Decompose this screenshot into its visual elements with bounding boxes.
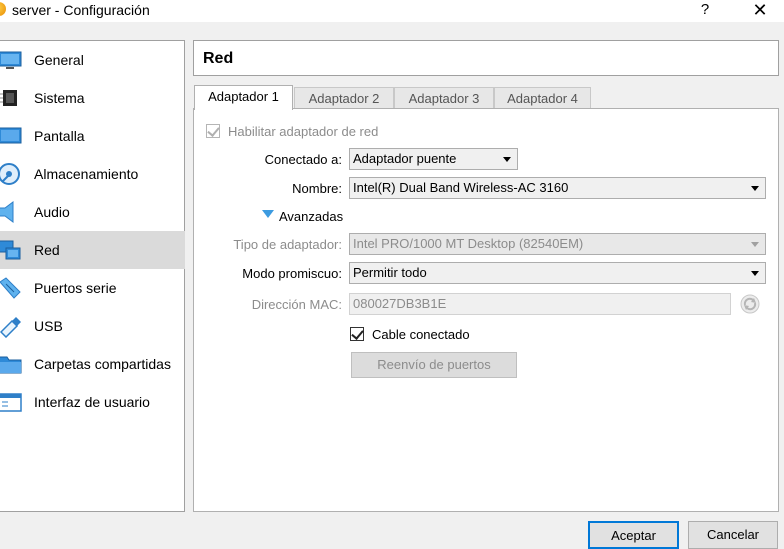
advanced-toggle[interactable]: Avanzadas [279,209,343,224]
sidebar-item-usb[interactable]: USB [0,307,185,345]
cancel-button[interactable]: Cancelar [688,521,778,549]
tab-adaptador-3[interactable]: Adaptador 3 [394,87,494,109]
sidebar-item-label: Carpetas compartidas [34,356,171,372]
sidebar-item-label: USB [34,318,63,334]
name-value: Intel(R) Dual Band Wireless-AC 3160 [353,180,569,195]
check-icon [351,327,364,340]
adapter-type-value: Intel PRO/1000 MT Desktop (82540EM) [353,236,584,251]
refresh-mac-icon[interactable] [740,294,760,314]
attached-to-select[interactable]: Adaptador puente [349,148,518,170]
sidebar-item-label: Sistema [34,90,85,106]
dropdown-arrow-icon [751,186,759,191]
port-forwarding-button[interactable]: Reenvío de puertos [351,352,517,378]
sidebar-item-sistema[interactable]: Sistema [0,79,185,117]
usb-icon [0,317,21,338]
chip-icon [0,90,17,106]
sidebar: General Sistema Pantalla Almacenamiento … [0,40,185,512]
attached-to-label: Conectado a: [264,152,342,167]
sidebar-item-puertos-serie[interactable]: Puertos serie [0,269,185,307]
display-icon [0,127,22,144]
close-button[interactable]: ✕ [748,0,772,20]
sidebar-item-label: Pantalla [34,128,85,144]
promiscuous-mode-label: Modo promiscuo: [242,266,342,281]
sidebar-item-label: Almacenamiento [34,166,139,182]
sidebar-item-label: Puertos serie [34,280,117,296]
disk-icon [0,163,20,185]
enable-adapter-checkbox[interactable] [206,124,220,138]
tab-adaptador-2[interactable]: Adaptador 2 [294,87,394,109]
sidebar-item-almacenamiento[interactable]: Almacenamiento [0,155,185,193]
sidebar-item-label: General [34,52,84,68]
promiscuous-mode-value: Permitir todo [353,265,427,280]
mac-address-value: 080027DB3B1E [353,296,447,311]
sidebar-item-label: Interfaz de usuario [34,394,150,410]
sidebar-item-red[interactable]: Red [0,231,185,269]
adapter-type-select[interactable]: Intel PRO/1000 MT Desktop (82540EM) [349,233,766,255]
help-button[interactable]: ? [695,0,715,20]
adapter-type-label: Tipo de adaptador: [233,237,342,252]
dropdown-arrow-icon [751,242,759,247]
expand-triangle-icon[interactable] [262,210,274,219]
monitor-icon [0,51,22,69]
sidebar-item-label: Audio [34,204,70,220]
tab-adaptador-1[interactable]: Adaptador 1 [194,85,293,110]
mac-address-field[interactable]: 080027DB3B1E [349,293,731,315]
tab-adaptador-4[interactable]: Adaptador 4 [494,87,591,109]
attached-to-value: Adaptador puente [353,151,457,166]
serial-port-icon [0,277,21,299]
promiscuous-mode-select[interactable]: Permitir todo [349,262,766,284]
window-title: server - Configuración [12,2,150,18]
sidebar-item-general[interactable]: General [0,41,185,79]
ok-button[interactable]: Aceptar [588,521,679,549]
cable-connected-label: Cable conectado [372,327,470,342]
enable-adapter-label: Habilitar adaptador de red [228,124,379,139]
check-icon [207,124,220,137]
sidebar-item-carpetas-compartidas[interactable]: Carpetas compartidas [0,345,185,383]
mac-address-label: Dirección MAC: [251,297,342,312]
sidebar-item-audio[interactable]: Audio [0,193,185,231]
name-label: Nombre: [292,181,342,196]
sidebar-item-pantalla[interactable]: Pantalla [0,117,185,155]
dropdown-arrow-icon [503,157,511,162]
sidebar-item-label: Red [34,242,60,258]
window-icon [0,393,22,412]
sidebar-item-interfaz-de-usuario[interactable]: Interfaz de usuario [0,383,185,421]
folder-icon [0,356,22,374]
page-header: Red [193,40,779,76]
name-select[interactable]: Intel(R) Dual Band Wireless-AC 3160 [349,177,766,199]
dropdown-arrow-icon [751,271,759,276]
page-title: Red [203,50,234,67]
network-icon [0,240,21,260]
speaker-icon [0,201,14,223]
cable-connected-checkbox[interactable] [350,327,364,341]
